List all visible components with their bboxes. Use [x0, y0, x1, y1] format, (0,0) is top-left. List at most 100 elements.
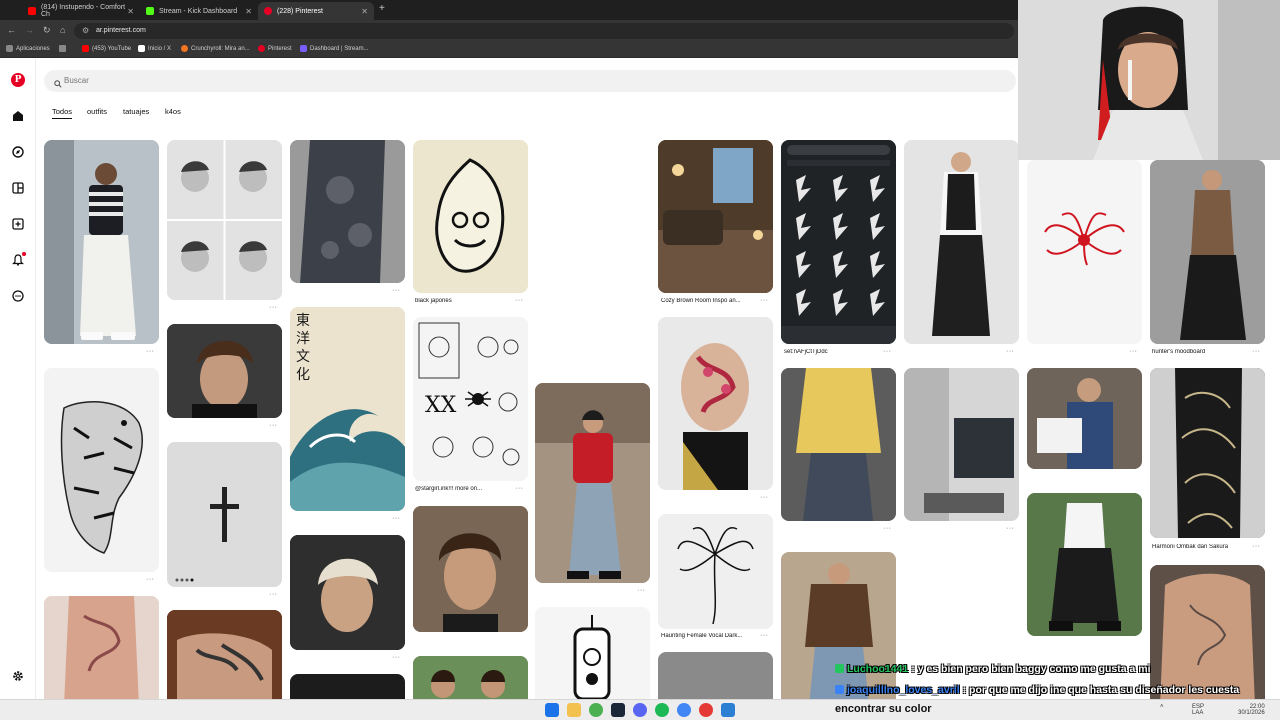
- boards-icon[interactable]: [10, 180, 26, 196]
- pin-more-icon[interactable]: ···: [760, 494, 769, 501]
- pin-image[interactable]: 東 洋 文 化: [290, 307, 405, 511]
- home-icon[interactable]: ⌂: [60, 25, 65, 35]
- pin-more-icon[interactable]: ···: [1006, 348, 1015, 355]
- pin-more-icon[interactable]: ···: [760, 632, 769, 639]
- pin-image[interactable]: [44, 596, 159, 699]
- clock[interactable]: 22:00 30/1/2026: [1238, 704, 1265, 716]
- folder-icon[interactable]: [59, 45, 66, 52]
- pin-image[interactable]: [781, 140, 896, 344]
- pin-image[interactable]: [904, 140, 1019, 344]
- pin-image[interactable]: [1150, 368, 1265, 538]
- close-icon[interactable]: ✕: [245, 7, 252, 16]
- pin-image[interactable]: XX: [413, 317, 528, 481]
- tab-youtube[interactable]: (814) Instupendo - Comfort Ch ✕: [22, 2, 140, 20]
- pin-image[interactable]: [44, 140, 159, 344]
- windows-start-icon[interactable]: [545, 703, 559, 717]
- obs-icon[interactable]: [699, 703, 713, 717]
- bookmark-youtube[interactable]: (453) YouTube: [82, 45, 131, 52]
- settings-icon[interactable]: [10, 668, 26, 684]
- pin-more-icon[interactable]: ···: [269, 591, 278, 598]
- pin-more-icon[interactable]: ···: [392, 515, 401, 522]
- pin-more-icon[interactable]: ···: [146, 348, 155, 355]
- pin-image[interactable]: [904, 368, 1019, 521]
- tab-kick-dashboard[interactable]: Stream - Kick Dashboard ✕: [140, 2, 258, 20]
- pin-image[interactable]: [658, 514, 773, 629]
- spotify-icon[interactable]: [655, 703, 669, 717]
- pin-image[interactable]: [290, 140, 405, 283]
- pinterest-logo-icon[interactable]: P: [11, 73, 25, 87]
- bookmark-pinterest[interactable]: Pinterest: [258, 45, 292, 52]
- chrome-alt-icon[interactable]: [677, 703, 691, 717]
- home-icon[interactable]: [10, 108, 26, 124]
- discord-icon[interactable]: [633, 703, 647, 717]
- bookmark-crunchyroll[interactable]: Crunchyroll: Mira an...: [181, 45, 250, 52]
- pin-image[interactable]: [413, 656, 528, 699]
- back-icon[interactable]: ←: [7, 25, 16, 35]
- reload-icon[interactable]: ↻: [43, 25, 51, 36]
- pin-image[interactable]: [781, 552, 896, 699]
- tab-todos[interactable]: Todos: [52, 107, 73, 119]
- tray-chevron-icon[interactable]: ˄: [1160, 704, 1164, 710]
- red-spider-lily-drawing: [1027, 160, 1142, 344]
- pin-more-icon[interactable]: ···: [269, 304, 278, 311]
- pin-more-icon[interactable]: ···: [1129, 348, 1138, 355]
- steam-icon[interactable]: [611, 703, 625, 717]
- pin-image[interactable]: [781, 368, 896, 521]
- pin-more-icon[interactable]: ···: [1006, 525, 1015, 532]
- pin-more-icon[interactable]: ···: [515, 485, 524, 492]
- pin-more-icon[interactable]: ···: [637, 587, 646, 594]
- tab-pinterest[interactable]: (228) Pinterest ✕: [258, 2, 374, 20]
- pin-more-icon[interactable]: ···: [392, 287, 401, 294]
- pin-more-icon[interactable]: ···: [883, 348, 892, 355]
- pin-image[interactable]: [1027, 493, 1142, 636]
- pin-more-icon[interactable]: ···: [146, 576, 155, 583]
- pin-more-icon[interactable]: ···: [1252, 543, 1261, 550]
- pin-image[interactable]: [167, 324, 282, 418]
- pin-image[interactable]: [290, 535, 405, 650]
- pin-more-icon[interactable]: ···: [883, 525, 892, 532]
- search-input[interactable]: [64, 70, 364, 92]
- tab-tatuajes[interactable]: tatuajes: [123, 107, 149, 116]
- pin-more-icon[interactable]: ···: [515, 297, 524, 304]
- pin-image[interactable]: [658, 317, 773, 490]
- pin-image[interactable]: [167, 610, 282, 699]
- create-icon[interactable]: [10, 216, 26, 232]
- forward-icon[interactable]: →: [25, 25, 34, 35]
- pin-image[interactable]: [167, 442, 282, 587]
- language-indicator[interactable]: ESP LAA: [1192, 704, 1204, 716]
- chrome-icon[interactable]: [589, 703, 603, 717]
- new-tab-icon[interactable]: +: [379, 3, 385, 14]
- close-icon[interactable]: ✕: [127, 7, 134, 16]
- bookmark-aplicaciones[interactable]: Aplicaciones: [6, 45, 50, 52]
- notifications-icon[interactable]: [10, 252, 26, 268]
- explore-icon[interactable]: [10, 144, 26, 160]
- pin-image[interactable]: [413, 140, 528, 293]
- pin-image[interactable]: [658, 140, 773, 293]
- pin-image[interactable]: [1150, 160, 1265, 344]
- pin-image[interactable]: [167, 140, 282, 300]
- pin-more-icon[interactable]: ···: [269, 422, 278, 429]
- steam-alt-icon[interactable]: [721, 703, 735, 717]
- tab-k4os[interactable]: k4os: [165, 107, 181, 116]
- messages-icon[interactable]: [10, 288, 26, 304]
- search-bar[interactable]: [44, 70, 1016, 92]
- bookmark-stream-dashboard[interactable]: Dashboard | Stream...: [300, 45, 369, 52]
- pin-image[interactable]: [535, 607, 650, 699]
- pin-more-icon[interactable]: ···: [1252, 348, 1261, 355]
- pin-image[interactable]: [44, 368, 159, 572]
- site-info-icon[interactable]: ⚙: [82, 23, 89, 39]
- pin-more-icon[interactable]: ···: [760, 297, 769, 304]
- pin-image[interactable]: [658, 652, 773, 699]
- close-icon[interactable]: ✕: [361, 7, 368, 16]
- pin-image[interactable]: [290, 674, 405, 699]
- bookmark-x[interactable]: Inicio / X: [138, 45, 171, 52]
- pin-image[interactable]: [413, 506, 528, 632]
- file-explorer-icon[interactable]: [567, 703, 581, 717]
- pin-image[interactable]: [1027, 160, 1142, 344]
- pin-more-icon[interactable]: ···: [392, 654, 401, 661]
- pin-image[interactable]: [1150, 565, 1265, 699]
- tab-outfits[interactable]: outfits: [87, 107, 107, 116]
- pin-image[interactable]: [535, 383, 650, 583]
- address-bar[interactable]: ⚙ ar.pinterest.com: [74, 23, 1014, 39]
- pin-image[interactable]: [1027, 368, 1142, 469]
